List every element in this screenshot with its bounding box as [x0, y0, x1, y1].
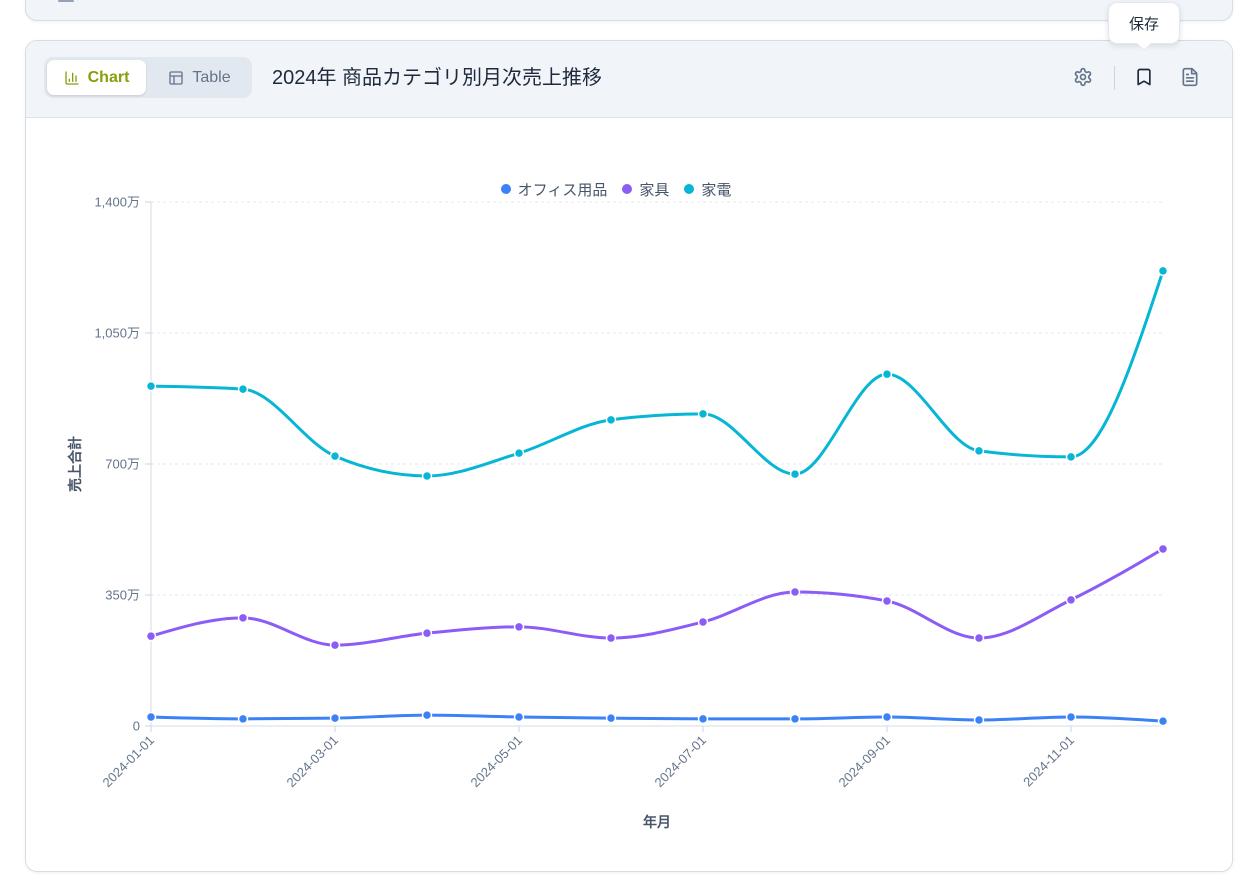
- grid-lines: [151, 201, 1163, 596]
- data-point-series-1-3: [421, 627, 433, 639]
- legend-item-series-0[interactable]: オフィス用品: [500, 180, 608, 199]
- chart-legend: オフィス用品 家具 家電: [26, 180, 1206, 199]
- data-point-series-1-6: [697, 616, 709, 628]
- series-line-2: [149, 269, 1165, 478]
- x-tick-label: 2024-07-01: [651, 733, 709, 791]
- series-line-1: [149, 547, 1165, 647]
- data-point-series-0-4: [513, 711, 525, 723]
- tooltip-label: 保存: [1128, 15, 1159, 33]
- data-point-series-0-5: [605, 712, 617, 724]
- x-tick-label: 2024-05-01: [467, 733, 525, 791]
- legend-item-series-2[interactable]: 家電: [684, 180, 732, 199]
- legend-label: 家電: [701, 181, 732, 199]
- bar-chart-icon: [64, 70, 79, 85]
- y-tick-label: 700万: [105, 457, 140, 472]
- document-button[interactable]: [1172, 59, 1208, 95]
- save-tooltip: 保存: [1108, 2, 1180, 52]
- y-tick-label: 350万: [105, 588, 140, 603]
- document-icon: [1182, 67, 1198, 87]
- series-line-0: [149, 713, 1165, 723]
- data-point-series-1-9: [973, 632, 985, 644]
- data-point-series-2-0: [145, 380, 157, 392]
- previous-card-icon: [58, 0, 74, 2]
- data-point-series-2-3: [421, 470, 433, 482]
- bookmark-icon: [1137, 68, 1151, 86]
- toolbar-divider: [1114, 66, 1115, 90]
- table-view-label: Table: [192, 68, 231, 86]
- data-point-series-2-5: [605, 414, 617, 426]
- y-tick-label: 1,050万: [94, 326, 140, 341]
- chart-area: 0 350万 700万 1,050万 1,400万 2024-01-01 2024-03-0…: [26, 118, 1232, 871]
- axes: 0350万700万1,050万1,400万2024-01-01 2024-03-0…: [67, 195, 1165, 830]
- line-chart: 0350万700万1,050万1,400万2024-01-01 2024-03-0…: [67, 195, 1169, 830]
- data-point-series-1-10: [1065, 594, 1077, 606]
- data-point-series-0-8: [881, 711, 893, 723]
- data-point-series-1-8: [881, 595, 893, 607]
- save-button[interactable]: [1126, 59, 1162, 95]
- data-point-series-1-1: [237, 612, 249, 624]
- previous-card: [25, 0, 1233, 21]
- data-point-series-0-0: [145, 711, 157, 723]
- page: Chart Table 2024年 商品カテゴリ別月次売上推移 0 350万 7…: [0, 0, 1246, 882]
- data-point-series-0-3: [421, 709, 433, 721]
- series-group: [145, 265, 1169, 727]
- data-point-series-2-7: [789, 468, 801, 480]
- table-icon: [169, 70, 184, 85]
- data-point-series-0-6: [697, 713, 709, 725]
- data-point-series-2-11: [1157, 265, 1169, 277]
- y-axis-title: 売上合計: [67, 436, 83, 492]
- legend-dot: [500, 184, 511, 194]
- data-point-series-0-1: [237, 713, 249, 725]
- data-point-series-1-5: [605, 632, 617, 644]
- legend-label: 家具: [639, 181, 670, 199]
- x-tick-label: 2024-11-01: [1020, 733, 1077, 790]
- settings-button[interactable]: [1065, 59, 1101, 95]
- data-point-series-2-8: [881, 368, 893, 380]
- card-header: Chart Table 2024年 商品カテゴリ別月次売上推移: [26, 41, 1232, 118]
- data-point-series-0-7: [789, 713, 801, 725]
- data-point-series-2-4: [513, 447, 525, 459]
- data-point-series-2-10: [1065, 451, 1077, 463]
- x-tick-label: 2024-01-01: [99, 733, 157, 791]
- table-view-button[interactable]: Table: [150, 60, 249, 95]
- view-toggle: Chart Table: [44, 57, 252, 98]
- data-point-series-2-6: [697, 408, 709, 420]
- legend-label: オフィス用品: [517, 181, 608, 199]
- data-point-series-0-11: [1157, 715, 1169, 727]
- x-axis-title: 年月: [643, 814, 671, 830]
- gear-icon: [1074, 67, 1092, 87]
- data-point-series-2-9: [973, 445, 985, 457]
- data-point-series-1-11: [1157, 543, 1169, 555]
- data-point-series-0-10: [1065, 711, 1077, 723]
- data-point-series-1-2: [329, 639, 341, 651]
- data-point-series-0-2: [329, 712, 341, 724]
- legend-dot: [622, 184, 633, 194]
- x-tick-label: 2024-03-01: [283, 733, 341, 791]
- data-point-series-2-2: [329, 450, 341, 462]
- chart-title: 2024年 商品カテゴリ別月次売上推移: [272, 67, 603, 89]
- data-point-series-1-4: [513, 621, 525, 633]
- legend-dot: [684, 184, 695, 194]
- chart-card: Chart Table 2024年 商品カテゴリ別月次売上推移 0 350万 7…: [25, 40, 1233, 872]
- legend-item-series-1[interactable]: 家具: [622, 180, 670, 199]
- x-tick-label: 2024-09-01: [835, 733, 893, 791]
- data-point-series-0-9: [973, 714, 985, 726]
- data-point-series-1-7: [789, 586, 801, 598]
- y-tick-label: 0: [133, 719, 140, 734]
- data-point-series-1-0: [145, 630, 157, 642]
- data-point-series-2-1: [237, 383, 249, 395]
- chart-view-label: Chart: [87, 68, 130, 86]
- chart-view-button[interactable]: Chart: [47, 60, 146, 95]
